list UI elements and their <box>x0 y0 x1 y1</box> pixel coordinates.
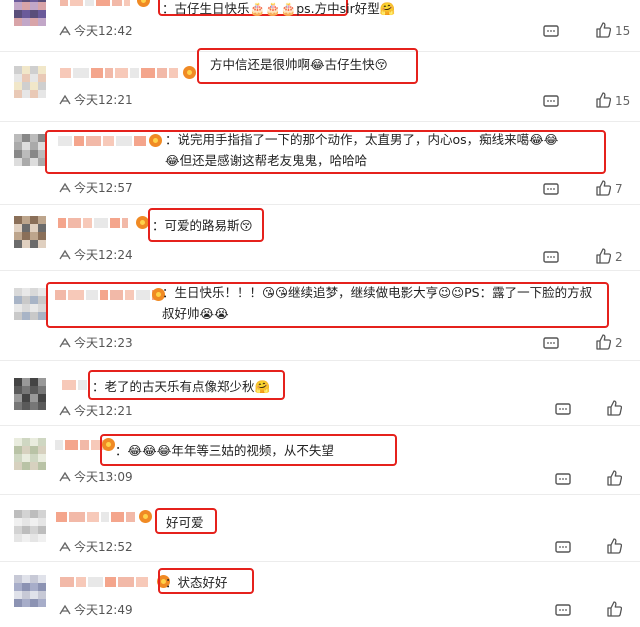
divider <box>0 270 640 271</box>
username[interactable] <box>60 0 130 8</box>
comment-text: ：😂😂😂年年等三姑的视频，从不失望 <box>115 443 334 458</box>
clock-icon <box>58 404 72 416</box>
timestamp: 今天13:09 <box>58 468 133 485</box>
comment-text: ：说完用手指指了一下的那个动作，太直男了，内心os，痴线来噶😂😂😂但还是感谢这帮… <box>165 132 559 168</box>
timestamp-text: 今天13:09 <box>74 470 133 484</box>
comment-icon[interactable] <box>555 402 571 421</box>
avatar[interactable] <box>14 0 46 26</box>
like-count: 2 <box>615 336 623 350</box>
like-count: 7 <box>615 182 623 196</box>
timestamp: 今天12:21 <box>58 91 133 108</box>
avatar[interactable] <box>14 575 46 607</box>
timestamp: 今天12:24 <box>58 246 133 263</box>
comment-icon[interactable] <box>555 540 571 559</box>
comment-text: 方中信还是很帅啊😂古仔生快😚 <box>210 57 388 72</box>
thumbs-up-icon[interactable] <box>606 400 623 420</box>
comment-icon[interactable] <box>555 603 571 622</box>
divider <box>0 204 640 205</box>
thumbs-up-icon[interactable] <box>595 180 612 200</box>
avatar[interactable] <box>14 216 46 248</box>
comment-text: ：生日快乐！！！😘😘继续追梦，继续做电影大亨😉😉PS：露了一下脸的方叔叔好帅😭😭 <box>162 285 593 321</box>
clock-icon <box>58 540 72 552</box>
timestamp-text: 今天12:49 <box>74 603 133 617</box>
timestamp-text: 今天12:42 <box>74 24 133 38</box>
clock-icon <box>58 470 72 482</box>
username[interactable] <box>60 575 150 589</box>
avatar[interactable] <box>14 288 46 320</box>
avatar[interactable] <box>14 378 46 410</box>
vip-badge-icon <box>139 510 152 523</box>
vip-badge-icon <box>183 66 196 79</box>
timestamp-text: 今天12:24 <box>74 248 133 262</box>
clock-icon <box>58 24 72 36</box>
comment-text: 好可爱 <box>166 515 204 530</box>
thumbs-up-icon[interactable] <box>606 538 623 558</box>
username[interactable] <box>55 438 105 452</box>
clock-icon <box>58 603 72 615</box>
divider <box>0 561 640 562</box>
avatar[interactable] <box>14 134 46 166</box>
comment-icon[interactable] <box>543 182 559 201</box>
comment-icon[interactable] <box>555 472 571 491</box>
thumbs-up-icon[interactable] <box>595 22 612 42</box>
comment-text: ：状态好好 <box>165 575 228 590</box>
like-count: 15 <box>615 24 631 38</box>
divider <box>0 360 640 361</box>
timestamp: 今天12:52 <box>58 538 133 555</box>
like-count: 2 <box>615 250 623 264</box>
divider <box>0 425 640 426</box>
timestamp: 今天12:23 <box>58 334 133 351</box>
username[interactable] <box>62 378 87 392</box>
avatar[interactable] <box>14 510 46 542</box>
timestamp: 今天12:57 <box>58 179 133 196</box>
timestamp-text: 今天12:23 <box>74 336 133 350</box>
timestamp-text: 今天12:57 <box>74 181 133 195</box>
timestamp-text: 今天12:21 <box>74 404 133 418</box>
username[interactable] <box>56 510 136 524</box>
timestamp: 今天12:21 <box>58 402 133 419</box>
like-count: 15 <box>615 94 631 108</box>
username[interactable] <box>58 216 128 230</box>
comment-text: ：老了的古天乐有点像郑少秋🤗 <box>92 379 271 394</box>
divider <box>0 494 640 495</box>
comment-icon[interactable] <box>543 250 559 269</box>
username[interactable] <box>60 66 178 80</box>
clock-icon <box>58 248 72 260</box>
divider <box>0 121 640 122</box>
thumbs-up-icon[interactable] <box>595 334 612 354</box>
avatar[interactable] <box>14 438 46 470</box>
thumbs-up-icon[interactable] <box>595 92 612 112</box>
comment-icon[interactable] <box>543 336 559 355</box>
timestamp: 今天12:42 <box>58 22 133 39</box>
comment-icon[interactable] <box>543 24 559 43</box>
timestamp-text: 今天12:21 <box>74 93 133 107</box>
thumbs-up-icon[interactable] <box>606 470 623 490</box>
comment-text: ：可爱的路易斯😚 <box>152 218 253 233</box>
timestamp-text: 今天12:52 <box>74 540 133 554</box>
comment-text: ：古仔生日快乐🎂🎂🎂ps.方中sir好型🤗 <box>162 1 396 16</box>
clock-icon <box>58 336 72 348</box>
avatar[interactable] <box>14 66 46 98</box>
thumbs-up-icon[interactable] <box>606 601 623 621</box>
vip-badge-icon <box>137 0 150 7</box>
clock-icon <box>58 181 72 193</box>
timestamp: 今天12:49 <box>58 601 133 618</box>
thumbs-up-icon[interactable] <box>595 248 612 268</box>
clock-icon <box>58 93 72 105</box>
comment-icon[interactable] <box>543 94 559 113</box>
